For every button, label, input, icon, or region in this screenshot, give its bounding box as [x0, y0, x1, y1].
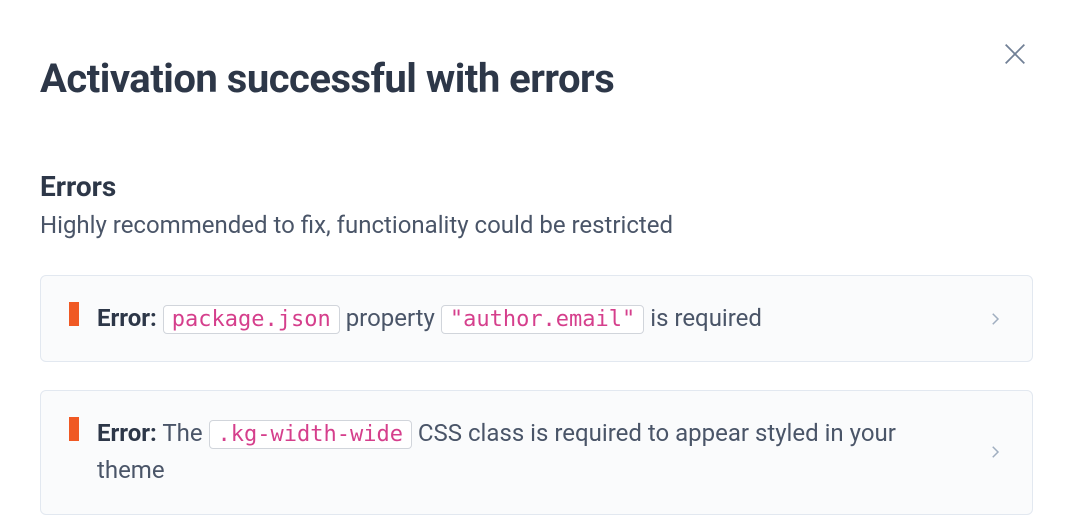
error-marker [69, 417, 79, 441]
chevron-right-icon [986, 443, 1004, 461]
close-button[interactable] [999, 38, 1031, 70]
chevron-right-icon [986, 310, 1004, 328]
expand-chevron [986, 310, 1004, 328]
error-marker [69, 302, 79, 326]
modal-title: Activation successful with errors [0, 0, 1073, 102]
error-label: Error: [97, 419, 157, 447]
error-part: property [346, 304, 441, 332]
section-title: Errors [40, 170, 1033, 203]
section-subtitle: Highly recommended to fix, functionality… [40, 211, 1033, 239]
expand-chevron [986, 443, 1004, 461]
error-text: Error: The .kg-width-wide CSS class is r… [97, 415, 1004, 489]
code-token: package.json [163, 305, 340, 334]
code-token: "author.email" [441, 305, 644, 334]
error-label: Error: [97, 304, 157, 332]
error-part: The [162, 419, 208, 447]
error-item[interactable]: Error: package.json property "author.ema… [40, 275, 1033, 362]
error-list: Error: package.json property "author.ema… [0, 239, 1073, 515]
close-icon [1001, 40, 1029, 68]
error-part: is required [650, 304, 762, 332]
error-item[interactable]: Error: The .kg-width-wide CSS class is r… [40, 390, 1033, 514]
code-token: .kg-width-wide [209, 420, 412, 449]
errors-section-header: Errors Highly recommended to fix, functi… [0, 102, 1073, 239]
error-text: Error: package.json property "author.ema… [97, 300, 1004, 337]
activation-modal: Activation successful with errors Errors… [0, 0, 1073, 530]
